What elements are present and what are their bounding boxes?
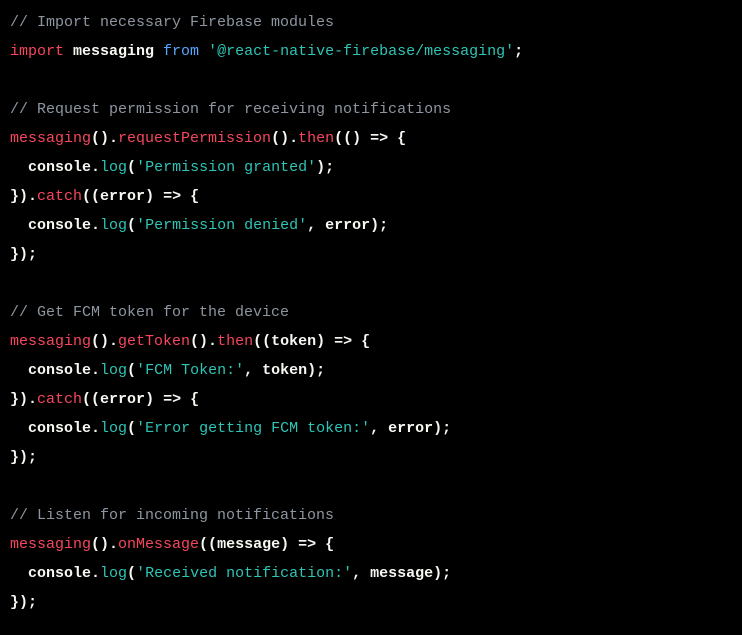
ident: console	[10, 159, 91, 176]
string: 'Permission denied'	[136, 217, 307, 234]
punct: (	[127, 159, 136, 176]
punct: ,	[307, 217, 325, 234]
fn-call: catch	[37, 391, 82, 408]
punct: ((	[253, 333, 271, 350]
method-log: log	[100, 217, 127, 234]
kw-import: import	[10, 43, 64, 60]
punct: (	[127, 565, 136, 582]
string: '@react-native-firebase/messaging'	[208, 43, 514, 60]
ident: console	[10, 362, 91, 379]
punct: ) => {	[316, 333, 370, 350]
ident: message	[217, 536, 280, 553]
fn-call: messaging	[10, 333, 91, 350]
punct: ;	[514, 43, 523, 60]
punct: (	[127, 362, 136, 379]
string: 'Permission granted'	[136, 159, 316, 176]
ident: error	[325, 217, 370, 234]
fn-call: getToken	[118, 333, 190, 350]
punct: );	[433, 565, 451, 582]
punct: ().	[190, 333, 217, 350]
punct: );	[433, 420, 451, 437]
punct: .	[91, 362, 100, 379]
comment: // Listen for incoming notifications	[10, 507, 334, 524]
punct: (	[127, 420, 136, 437]
fn-call: onMessage	[118, 536, 199, 553]
punct: ().	[91, 130, 118, 147]
punct: .	[91, 565, 100, 582]
punct: ,	[370, 420, 388, 437]
ident: token	[262, 362, 307, 379]
string: 'Received notification:'	[136, 565, 352, 582]
ident: error	[388, 420, 433, 437]
punct: ) => {	[145, 188, 199, 205]
punct: (() => {	[334, 130, 406, 147]
punct: ,	[352, 565, 370, 582]
fn-call: messaging	[10, 536, 91, 553]
comment: // Import necessary Firebase modules	[10, 14, 334, 31]
punct: ((	[82, 391, 100, 408]
fn-call: then	[298, 130, 334, 147]
punct: ) => {	[145, 391, 199, 408]
punct: ().	[91, 333, 118, 350]
punct: .	[91, 159, 100, 176]
fn-call: catch	[37, 188, 82, 205]
punct: );	[307, 362, 325, 379]
comment: // Request permission for receiving noti…	[10, 101, 451, 118]
ident: console	[10, 420, 91, 437]
punct: );	[370, 217, 388, 234]
punct: });	[10, 246, 37, 263]
method-log: log	[100, 362, 127, 379]
method-log: log	[100, 159, 127, 176]
method-log: log	[100, 565, 127, 582]
punct: );	[316, 159, 334, 176]
punct: }).	[10, 391, 37, 408]
space	[199, 43, 208, 60]
code-block: // Import necessary Firebase modules imp…	[0, 0, 742, 625]
method-log: log	[100, 420, 127, 437]
kw-from: from	[163, 43, 199, 60]
ident: console	[10, 565, 91, 582]
punct: .	[91, 420, 100, 437]
ident: console	[10, 217, 91, 234]
punct: ().	[271, 130, 298, 147]
punct: });	[10, 449, 37, 466]
punct: ) => {	[280, 536, 334, 553]
punct: .	[91, 217, 100, 234]
punct: ().	[91, 536, 118, 553]
punct: });	[10, 594, 37, 611]
punct: }).	[10, 188, 37, 205]
ident: message	[370, 565, 433, 582]
string: 'Error getting FCM token:'	[136, 420, 370, 437]
ident: messaging	[64, 43, 163, 60]
punct: ,	[244, 362, 262, 379]
fn-call: requestPermission	[118, 130, 271, 147]
punct: ((	[82, 188, 100, 205]
punct: ((	[199, 536, 217, 553]
ident: token	[271, 333, 316, 350]
fn-call: messaging	[10, 130, 91, 147]
string: 'FCM Token:'	[136, 362, 244, 379]
punct: (	[127, 217, 136, 234]
ident: error	[100, 391, 145, 408]
fn-call: then	[217, 333, 253, 350]
comment: // Get FCM token for the device	[10, 304, 289, 321]
ident: error	[100, 188, 145, 205]
